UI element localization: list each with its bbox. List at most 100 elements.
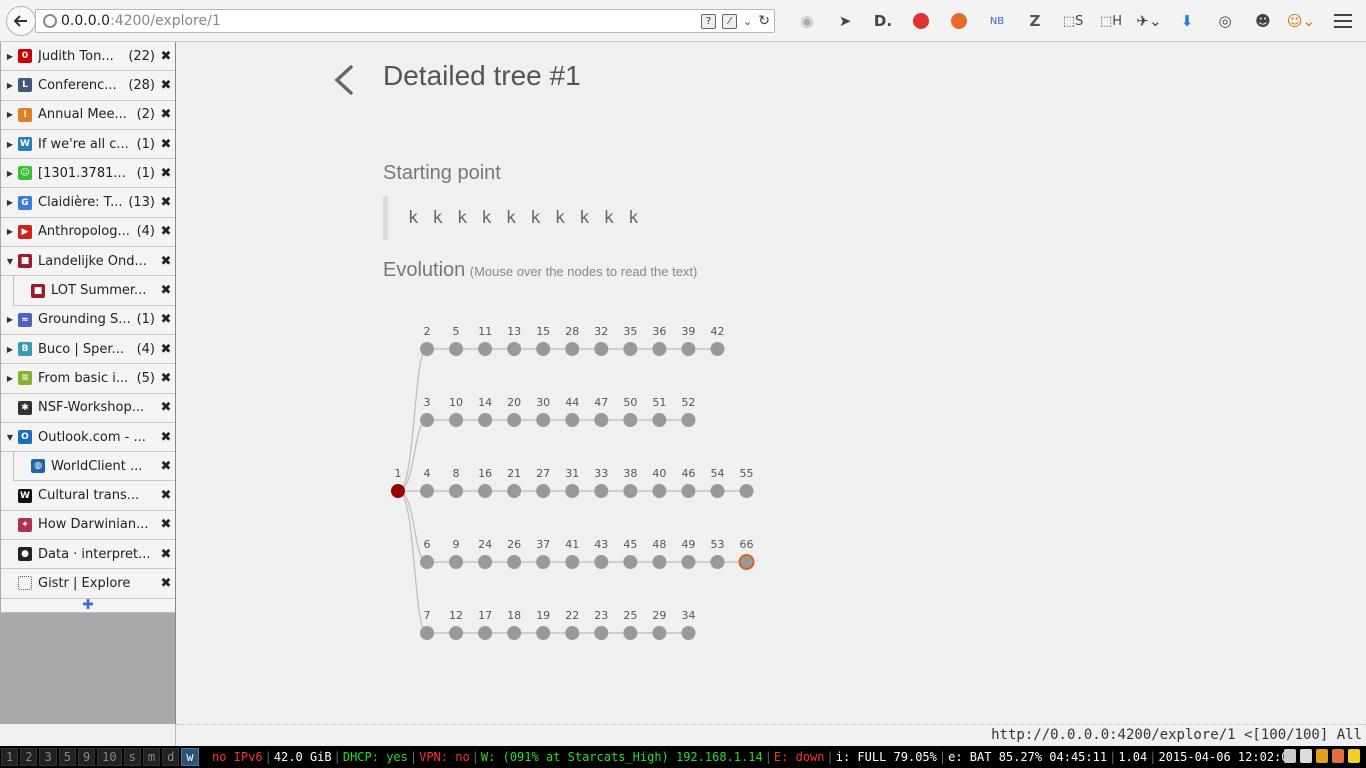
tree-root-node[interactable] xyxy=(391,484,405,498)
zotero-icon[interactable]: Z xyxy=(1016,10,1054,32)
sidebar-tab[interactable]: ▶ W If we're all c... (1) ✖ xyxy=(1,129,175,160)
tree-node[interactable] xyxy=(565,413,580,427)
close-icon[interactable]: ✖ xyxy=(157,49,175,64)
tree-node[interactable] xyxy=(594,555,609,569)
tree-node[interactable] xyxy=(594,484,609,498)
twisty-open-icon[interactable]: ▼ xyxy=(5,433,15,442)
tree-node[interactable] xyxy=(536,413,551,427)
tree-node[interactable] xyxy=(478,555,493,569)
close-icon[interactable]: ✖ xyxy=(157,342,175,357)
sidebar-tab[interactable]: ▼ O Outlook.com - ... ✖ xyxy=(1,422,175,453)
close-icon[interactable]: ✖ xyxy=(157,107,175,122)
tree-node[interactable] xyxy=(681,626,696,640)
tree-node[interactable] xyxy=(449,555,464,569)
reload-icon[interactable]: ↻ xyxy=(758,13,770,29)
tree-node[interactable] xyxy=(536,626,551,640)
tree-node[interactable] xyxy=(565,555,580,569)
tree-node[interactable] xyxy=(536,484,551,498)
close-icon[interactable]: ✖ xyxy=(157,166,175,181)
tree-node[interactable] xyxy=(739,484,754,498)
tree-node-highlighted[interactable] xyxy=(738,554,755,570)
tree-node[interactable] xyxy=(710,342,725,356)
tree-node[interactable] xyxy=(478,626,493,640)
sidebar-tab[interactable]: ▶ B Buco | Sper... (4) ✖ xyxy=(1,334,175,365)
sidebar-tab[interactable]: ▶ ≈ Grounding S... (1) ✖ xyxy=(1,305,175,335)
noscript-icon[interactable] xyxy=(940,10,978,32)
workspace-button[interactable]: 1 xyxy=(1,748,19,766)
close-icon[interactable]: ✖ xyxy=(157,547,175,562)
tree-node[interactable] xyxy=(449,413,464,427)
new-tab-plus-icon[interactable]: ✚ xyxy=(1,597,175,613)
tree-node[interactable] xyxy=(507,484,522,498)
volume-icon[interactable] xyxy=(1300,749,1312,763)
tree-node[interactable] xyxy=(594,626,609,640)
twisty-closed-icon[interactable]: ▶ xyxy=(5,169,15,178)
tree-node[interactable] xyxy=(507,342,522,356)
sidebar-tab[interactable]: Gistr | Explore ✖ xyxy=(1,569,175,599)
tree-node[interactable] xyxy=(478,342,493,356)
tree-node[interactable] xyxy=(478,484,493,498)
tree-node[interactable] xyxy=(623,555,638,569)
close-icon[interactable]: ✖ xyxy=(157,283,175,298)
sidebar-tab[interactable]: ▶ ≡ From basic i... (5) ✖ xyxy=(1,364,175,394)
close-icon[interactable]: ✖ xyxy=(157,254,175,269)
tree-node[interactable] xyxy=(565,342,580,356)
tree-node[interactable] xyxy=(449,626,464,640)
close-icon[interactable]: ✖ xyxy=(157,488,175,503)
twisty-closed-icon[interactable]: ▶ xyxy=(5,227,15,236)
tree-node[interactable] xyxy=(710,484,725,498)
twisty-closed-icon[interactable]: ▶ xyxy=(5,345,15,354)
tree-node[interactable] xyxy=(449,342,464,356)
tree-node[interactable] xyxy=(652,484,667,498)
tree-node[interactable] xyxy=(507,626,522,640)
sidebar-tab[interactable]: ▶ G Claidière: T... (13) ✖ xyxy=(1,188,175,218)
tree-node[interactable] xyxy=(710,555,725,569)
close-icon[interactable]: ✖ xyxy=(157,576,175,591)
close-icon[interactable]: ✖ xyxy=(157,517,175,532)
workspace-button[interactable]: 2 xyxy=(20,748,38,766)
tree-node[interactable] xyxy=(478,413,493,427)
sidebar-tab[interactable]: W Cultural trans... ✖ xyxy=(1,481,175,511)
twisty-closed-icon[interactable]: ▶ xyxy=(5,198,15,207)
sidebar-tab[interactable]: ▶ L Conferenc... (28) ✖ xyxy=(1,71,175,101)
url-bar[interactable]: 0.0.0.0:4200/explore/1 ? ⁄ ⌄ ↻ xyxy=(35,9,775,33)
tree-node[interactable] xyxy=(507,413,522,427)
twisty-closed-icon[interactable]: ▶ xyxy=(5,140,15,149)
tree-node[interactable] xyxy=(449,484,464,498)
nb-icon[interactable]: NB xyxy=(978,10,1016,32)
close-icon[interactable]: ✖ xyxy=(157,312,175,327)
sidebar-tab[interactable]: ✱ NSF-Workshop... ✖ xyxy=(1,393,175,423)
s-selection-icon[interactable]: ⬚S xyxy=(1054,10,1092,32)
twisty-closed-icon[interactable]: ▶ xyxy=(5,52,15,61)
tree-node[interactable] xyxy=(652,626,667,640)
sidebar-tab[interactable]: ▼ ■ Landelijke Ond... ✖ xyxy=(1,247,175,277)
tree-node[interactable] xyxy=(681,555,696,569)
tree-node[interactable] xyxy=(594,413,609,427)
close-icon[interactable]: ✖ xyxy=(157,195,175,210)
rss-icon[interactable]: ◉ xyxy=(788,10,826,32)
tree-node[interactable] xyxy=(420,413,434,427)
workspace-button[interactable]: 9 xyxy=(77,748,96,766)
download-icon[interactable]: ⬇ xyxy=(1168,10,1206,32)
workspace-button[interactable]: s xyxy=(123,748,141,766)
tree-node[interactable] xyxy=(565,626,580,640)
tree-node[interactable] xyxy=(420,484,434,498)
tree-node[interactable] xyxy=(623,413,638,427)
addon-icon[interactable]: ◎ xyxy=(1206,10,1244,32)
bulb-icon[interactable] xyxy=(1348,749,1360,763)
twisty-closed-icon[interactable]: ▶ xyxy=(5,110,15,119)
close-icon[interactable]: ✖ xyxy=(157,430,175,445)
sidebar-tab[interactable]: ▶ ☺ [1301.3781... (1) ✖ xyxy=(1,159,175,189)
sidebar-tab[interactable]: ◍ WorldClient ... ✖ xyxy=(13,452,175,482)
close-icon[interactable]: ✖ xyxy=(157,78,175,93)
close-icon[interactable]: ✖ xyxy=(157,137,175,152)
dropdown-icon[interactable]: ⌄ xyxy=(743,15,752,28)
smiley-menu-icon[interactable]: ☺⌄ xyxy=(1282,10,1320,32)
tree-node[interactable] xyxy=(565,484,580,498)
close-icon[interactable]: ✖ xyxy=(157,371,175,386)
d-extension-icon[interactable]: D. xyxy=(864,10,902,32)
tree-node[interactable] xyxy=(420,342,434,356)
sidebar-tab[interactable]: ■ LOT Summer... ✖ xyxy=(13,276,175,306)
network-icon[interactable] xyxy=(1284,749,1296,763)
tree-node[interactable] xyxy=(681,342,696,356)
